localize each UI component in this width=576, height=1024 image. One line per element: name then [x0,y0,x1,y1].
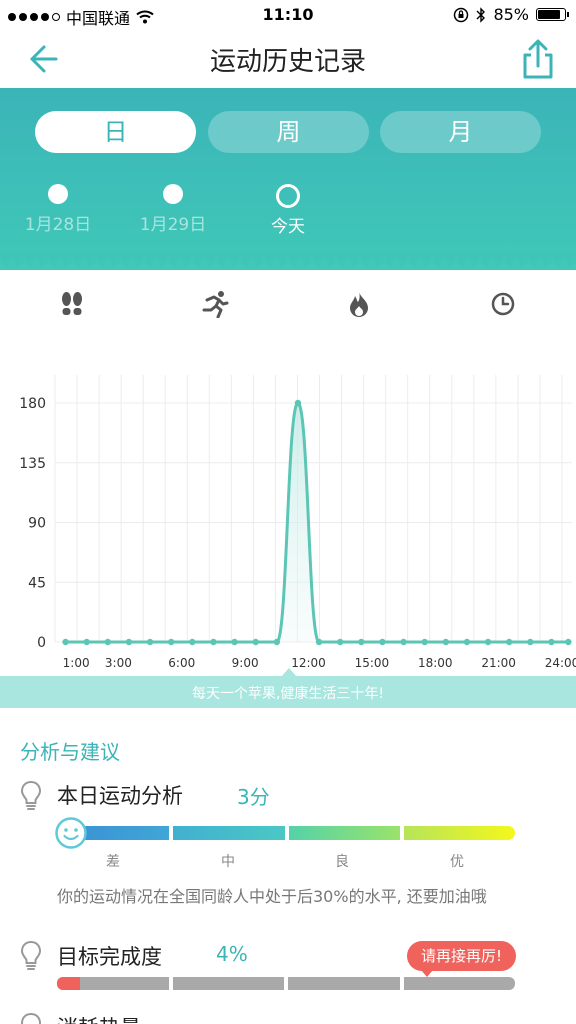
x-tick-label: 15:00 [355,656,390,670]
data-point [442,638,450,646]
day-today[interactable]: 今天 [238,184,338,237]
data-point [62,638,69,646]
battery-percent: 85% [493,5,529,24]
gauge-label-good: 良 [335,854,349,870]
banner-text: 每天一个苹果,健康生活三十年! [191,686,385,702]
footprints-icon[interactable] [58,290,86,318]
daily-analysis-title: 本日运动分析 [57,784,183,808]
data-point [421,638,428,646]
data-point [527,638,534,646]
zigzag-edge [0,252,576,268]
gauge-segment-good [288,826,400,840]
x-tick-label: 1:00 [63,656,90,670]
calories-row-title: 消耗热量 [57,1012,141,1024]
data-point [231,638,238,646]
day-dot-selected [276,184,300,208]
x-tick-label: 6:00 [168,656,195,670]
y-tick-label: 0 [37,635,46,651]
data-point [484,638,492,646]
gauge-segment-excellent [403,826,515,840]
x-tick-label: 24:00 [545,656,576,670]
date-header: 日 周 月 1月28日 1月29日 今天 [0,88,576,270]
encourage-badge: 请再接再厉! [407,941,516,977]
data-point [463,638,471,646]
navbar: 运动历史记录 [0,30,576,88]
analysis-description: 你的运动情况在全国同龄人中处于后30%的水平, 还要加油哦 [57,887,487,906]
data-point [210,638,217,646]
score-gauge [58,826,515,840]
y-tick-label: 90 [28,516,46,532]
day-label: 今天 [271,217,305,237]
day-label: 1月28日 [24,215,92,235]
x-tick-label: 21:00 [481,656,516,670]
day-jan-29[interactable]: 1月29日 [123,184,223,235]
gauge-label-fair: 中 [221,854,235,870]
progress-segment [403,977,515,990]
tab-month[interactable]: 月 [380,111,541,153]
flame-icon[interactable] [345,290,373,318]
data-point [565,638,572,646]
x-tick-label: 3:00 [105,656,132,670]
data-point [146,638,154,646]
lightbulb-icon [20,940,42,970]
battery-icon [536,8,569,21]
tab-day[interactable]: 日 [35,111,196,153]
goal-completion-title: 目标完成度 [57,945,162,969]
tab-week[interactable]: 周 [208,111,369,153]
data-point [400,638,407,646]
goal-progress-track [57,977,515,990]
analysis-section-title: 分析与建议 [20,740,120,764]
gauge-segment-fair [173,826,285,840]
page-title: 运动历史记录 [209,47,366,77]
y-tick-label: 180 [19,396,46,412]
share-icon[interactable] [520,38,556,80]
progress-segment [172,977,284,990]
data-point [548,638,555,646]
activity-chart: 180135904501:00 3:00 6:00 9:00 12:00 15:00 18:… [19,375,576,670]
data-point [167,638,175,646]
running-icon[interactable] [201,290,229,318]
day-dot [48,184,68,204]
data-point [358,638,365,646]
data-point [189,638,196,646]
x-tick-label: 18:00 [418,656,453,670]
lightbulb-icon [20,780,42,810]
gauge-label-excellent: 优 [450,854,464,870]
data-point [125,638,133,646]
data-point [252,638,259,646]
data-point [294,399,302,407]
data-point [104,638,112,646]
clock-icon[interactable] [489,290,517,318]
data-point [379,638,386,646]
orientation-lock-icon [454,7,469,22]
y-tick-label: 135 [19,456,46,472]
goal-completion-percent: 4% [216,942,248,966]
day-jan-28[interactable]: 1月28日 [8,184,108,235]
status-bar: 中国联通 11:10 85% [0,0,576,30]
gauge-label-poor: 差 [106,854,120,870]
daily-score: 3分 [237,785,270,809]
goal-progress-fill [57,977,80,990]
tip-banner: 每天一个苹果,健康生活三十年! [0,676,576,708]
smiley-icon [55,817,87,849]
data-point [315,638,323,646]
data-point [273,638,281,646]
y-tick-label: 45 [28,575,46,591]
x-tick-label: 9:00 [232,656,259,670]
lightbulb-icon [20,1012,42,1024]
day-label: 1月29日 [139,215,207,235]
progress-segment [288,977,400,990]
data-point [83,638,90,646]
day-dot [163,184,183,204]
bluetooth-icon [476,6,486,23]
data-point [336,638,344,646]
data-point [505,638,513,646]
status-right: 85% [453,5,569,24]
